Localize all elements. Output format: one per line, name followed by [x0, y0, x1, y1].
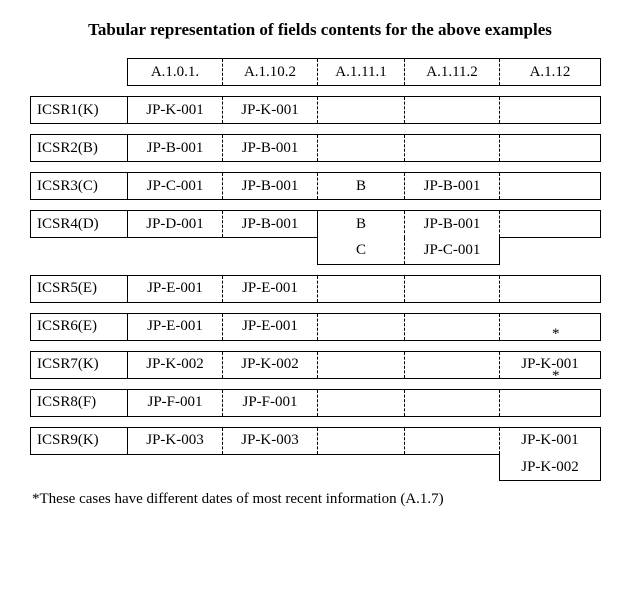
cell	[318, 97, 405, 124]
cell: JP-E-001	[128, 275, 223, 302]
cell: JP-K-003	[223, 427, 318, 454]
cell: JP-C-001	[128, 173, 223, 200]
cell	[500, 135, 601, 162]
col-header: A.1.12	[500, 59, 601, 86]
table-row: ICSR7(K) JP-K-002 JP-K-002 JP-K-001	[31, 351, 601, 378]
col-header: A.1.10.2	[223, 59, 318, 86]
cell	[405, 427, 500, 454]
cell	[405, 135, 500, 162]
asterisk-icon: *	[552, 326, 560, 343]
cell	[318, 275, 405, 302]
col-header: A.1.0.1.	[128, 59, 223, 86]
row-label: ICSR3(C)	[31, 173, 128, 200]
cell: JP-E-001	[223, 313, 318, 340]
col-header: A.1.11.1	[318, 59, 405, 86]
cell	[405, 389, 500, 416]
cell: JP-B-001	[223, 173, 318, 200]
cell: JP-K-001	[128, 97, 223, 124]
cell	[318, 427, 405, 454]
cell: JP-K-003	[128, 427, 223, 454]
footnote: *These cases have different dates of mos…	[32, 491, 630, 508]
cell	[318, 389, 405, 416]
table-row: ICSR8(F) JP-F-001 JP-F-001	[31, 389, 601, 416]
cell: JP-K-002	[223, 351, 318, 378]
cell: B	[318, 173, 405, 200]
cell: JP-B-001	[223, 135, 318, 162]
table-row: ICSR3(C) JP-C-001 JP-B-001 B JP-B-001	[31, 173, 601, 200]
cell: JP-K-001	[223, 97, 318, 124]
row-label: ICSR1(K)	[31, 97, 128, 124]
page-title: Tabular representation of fields content…	[10, 20, 630, 40]
cell: JP-F-001	[128, 389, 223, 416]
cell: JP-B-001	[128, 135, 223, 162]
cell: JP-K-001	[500, 351, 601, 378]
table-row: ICSR1(K) JP-K-001 JP-K-001	[31, 97, 601, 124]
cell: JP-K-002	[500, 454, 601, 481]
cell	[500, 275, 601, 302]
cell	[318, 135, 405, 162]
cell: JP-D-001	[128, 211, 223, 238]
cell	[500, 313, 601, 340]
row-label: ICSR5(E)	[31, 275, 128, 302]
cell: JP-B-001	[405, 173, 500, 200]
cell	[500, 211, 601, 238]
cell	[500, 389, 601, 416]
asterisk-icon: *	[552, 368, 560, 385]
cell: JP-E-001	[223, 275, 318, 302]
cell	[405, 275, 500, 302]
table-header-row: A.1.0.1. A.1.10.2 A.1.11.1 A.1.11.2 A.1.…	[31, 59, 601, 86]
row-label: ICSR7(K)	[31, 351, 128, 378]
table-row: C JP-C-001	[31, 238, 601, 265]
cell	[500, 97, 601, 124]
row-label: ICSR2(B)	[31, 135, 128, 162]
row-label: ICSR8(F)	[31, 389, 128, 416]
table-row: ICSR4(D) JP-D-001 JP-B-001 B JP-B-001	[31, 211, 601, 238]
row-label: ICSR9(K)	[31, 427, 128, 454]
row-label: ICSR6(E)	[31, 313, 128, 340]
col-header: A.1.11.2	[405, 59, 500, 86]
table-row: JP-K-002	[31, 454, 601, 481]
cell: JP-F-001	[223, 389, 318, 416]
cell: JP-B-001	[405, 211, 500, 238]
cell	[318, 313, 405, 340]
row-label: ICSR4(D)	[31, 211, 128, 238]
table-row: ICSR6(E) JP-E-001 JP-E-001	[31, 313, 601, 340]
table-row: ICSR5(E) JP-E-001 JP-E-001	[31, 275, 601, 302]
cell	[500, 173, 601, 200]
cell: B	[318, 211, 405, 238]
table-row: ICSR2(B) JP-B-001 JP-B-001	[31, 135, 601, 162]
cell	[318, 351, 405, 378]
cell: JP-K-001	[500, 427, 601, 454]
cell	[405, 351, 500, 378]
fields-table: A.1.0.1. A.1.10.2 A.1.11.1 A.1.11.2 A.1.…	[30, 58, 601, 481]
cell	[405, 313, 500, 340]
cell	[405, 97, 500, 124]
cell: JP-K-002	[128, 351, 223, 378]
cell: C	[318, 238, 405, 265]
table-row: ICSR9(K) JP-K-003 JP-K-003 JP-K-001	[31, 427, 601, 454]
cell: JP-E-001	[128, 313, 223, 340]
cell: JP-C-001	[405, 238, 500, 265]
cell: JP-B-001	[223, 211, 318, 238]
